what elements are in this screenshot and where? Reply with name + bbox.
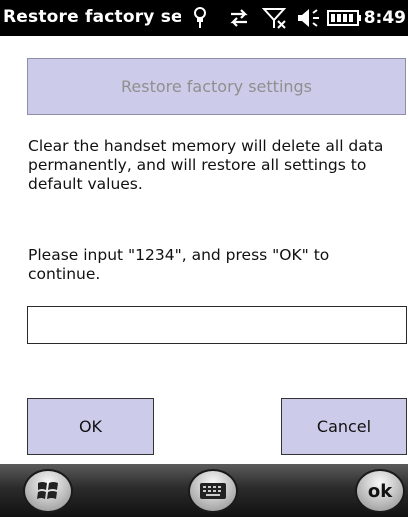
volume-icon[interactable] xyxy=(295,6,321,30)
title-bar: Restore factory set 8:49 xyxy=(0,0,408,36)
restore-factory-settings-button[interactable]: Restore factory settings xyxy=(27,58,406,115)
signal-off-icon[interactable] xyxy=(262,6,288,30)
window-title: Restore factory set xyxy=(3,7,181,27)
windows-logo-icon xyxy=(37,482,58,499)
code-input[interactable] xyxy=(27,306,407,344)
prompt-text: Please input "1234", and press "OK" to c… xyxy=(28,246,330,283)
sync-arrows-icon[interactable] xyxy=(227,6,251,30)
clock[interactable]: 8:49 xyxy=(364,8,406,28)
taskbar-ok-button[interactable]: ok xyxy=(355,469,405,513)
description-text: Clear the handset memory will delete all… xyxy=(28,137,384,193)
keyboard-icon xyxy=(200,483,226,499)
keyboard-button[interactable] xyxy=(188,469,238,513)
taskbar: ok xyxy=(0,464,408,517)
ok-button[interactable]: OK xyxy=(27,398,154,455)
cancel-button[interactable]: Cancel xyxy=(281,398,407,455)
battery-icon[interactable] xyxy=(327,6,363,30)
start-button[interactable] xyxy=(23,469,73,513)
connectivity-icon[interactable] xyxy=(190,6,210,30)
